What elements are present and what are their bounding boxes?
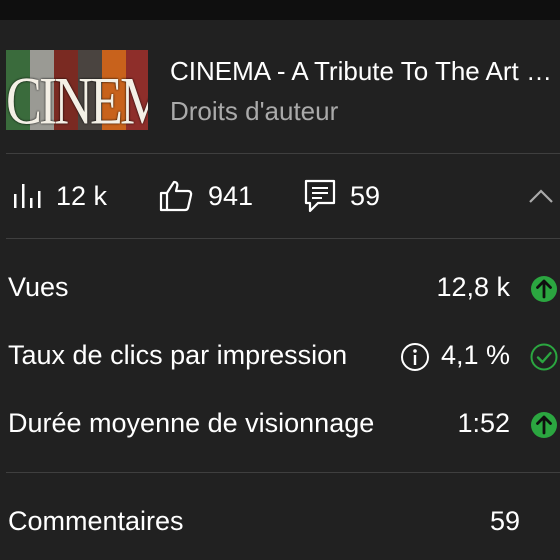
chevron-up-icon [529, 189, 553, 203]
collapse-button[interactable] [528, 178, 554, 214]
video-title[interactable]: CINEMA - A Tribute To The Art of Film [170, 56, 554, 87]
comments-row[interactable]: Commentaires 59 [0, 498, 560, 548]
divider [6, 238, 560, 239]
metric-value: 12,8 k [436, 272, 510, 302]
video-header[interactable]: CINEMA CINEMA - A Tribute To The Art of … [0, 20, 560, 154]
metric-label: Durée moyenne de visionnage [8, 408, 375, 438]
likes-stat: 941 [158, 178, 253, 214]
divider [6, 472, 560, 473]
metric-label: Taux de clics par impression [8, 340, 348, 370]
up-arrow-icon [531, 412, 557, 438]
comments-total: 59 [489, 506, 520, 536]
stats-summary[interactable]: 12 k 941 59 [0, 154, 560, 238]
metric-value: 4,1 % [440, 340, 510, 370]
status-bar [0, 0, 560, 20]
metric-row-ctr[interactable]: Taux de clics par impression 4,1 % [0, 334, 560, 378]
check-circle-icon [530, 343, 558, 371]
metric-row-views[interactable]: Vues 12,8 k [0, 266, 560, 310]
metric-value: 1:52 [457, 408, 510, 438]
views-count: 12 k [56, 180, 108, 211]
views-stat: 12 k [12, 178, 107, 214]
bar-chart-icon [14, 184, 41, 208]
comments-count: 59 [350, 180, 381, 211]
comments-stat: 59 [304, 178, 380, 214]
metric-row-avg-duration[interactable]: Durée moyenne de visionnage 1:52 [0, 402, 560, 446]
video-thumbnail[interactable]: CINEMA [6, 50, 148, 130]
comments-label: Commentaires [8, 506, 184, 536]
metric-label: Vues [8, 272, 69, 302]
comment-icon [304, 179, 336, 213]
info-icon[interactable] [400, 342, 430, 372]
likes-count: 941 [208, 180, 254, 211]
thumbs-up-icon [159, 180, 193, 212]
video-copyright-status[interactable]: Droits d'auteur [170, 96, 338, 127]
up-arrow-icon [531, 276, 557, 302]
thumbnail-title-text: CINEMA [6, 63, 148, 130]
